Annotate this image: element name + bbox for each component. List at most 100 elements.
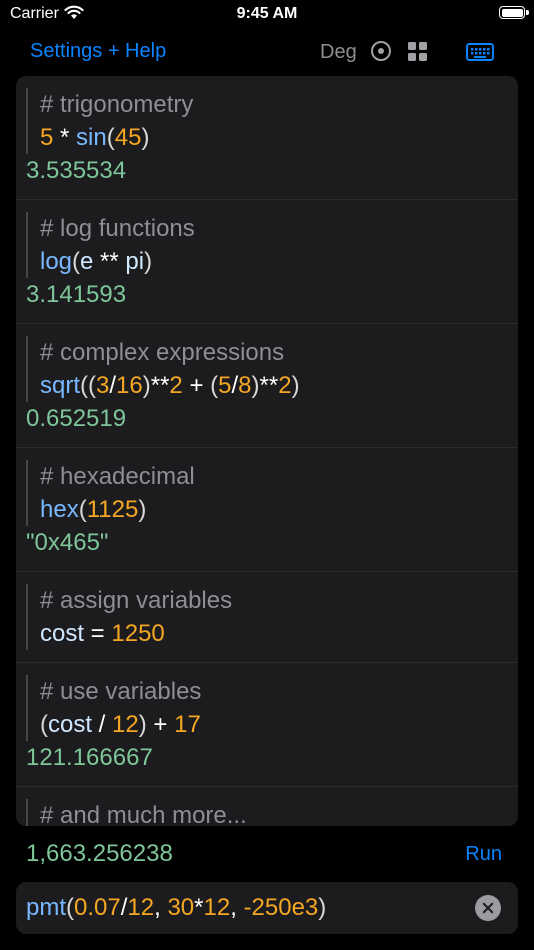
- expression-token: e: [80, 248, 94, 275]
- clock: 9:45 AM: [236, 5, 298, 22]
- expression-text[interactable]: pmt(0.07/12, 30*12, -250e3): [26, 892, 326, 924]
- expression-token: 45: [114, 124, 142, 151]
- expression-token: cost: [48, 711, 93, 738]
- expression-token: pi: [125, 248, 145, 275]
- code-block[interactable]: # hexadecimal hex(1125): [26, 460, 518, 526]
- expression-token: sqrt: [40, 372, 81, 399]
- input-token: pmt: [26, 894, 67, 921]
- settings-help-button[interactable]: Settings + Help: [30, 40, 166, 63]
- expression-token: +: [146, 711, 175, 738]
- clear-circle-icon[interactable]: [475, 895, 501, 921]
- code-block[interactable]: # log functions log(e ** pi): [26, 212, 518, 278]
- expression-token: (: [210, 372, 219, 399]
- input-token: ): [318, 894, 327, 921]
- expression-token: 17: [174, 711, 201, 738]
- entry-comment: # use variables: [40, 678, 202, 705]
- entry-comment: # and much more...: [40, 802, 247, 826]
- code-block[interactable]: # use variables (cost / 12) + 17: [26, 675, 518, 741]
- code-block[interactable]: # and much more...: [26, 799, 518, 826]
- entry-expression[interactable]: 5 * sin(45): [40, 121, 518, 154]
- entry-expression[interactable]: sqrt((3/16)**2 + (5/8)**2): [40, 369, 518, 402]
- entry-result: "0x465": [26, 529, 109, 556]
- expression-token: ): [291, 372, 300, 399]
- code-block[interactable]: # trigonometry 5 * sin(45): [26, 88, 518, 154]
- calc-entry[interactable]: # trigonometry 5 * sin(45) 3.535534: [16, 76, 518, 200]
- calc-entry[interactable]: # complex expressions sqrt((3/16)**2 + (5…: [16, 324, 518, 448]
- expression-token: 5: [218, 372, 232, 399]
- expression-token: **: [150, 372, 170, 399]
- expression-token: +: [182, 372, 211, 399]
- expression-token: ): [141, 124, 150, 151]
- expression-token: (: [106, 124, 115, 151]
- battery-icon: [499, 6, 529, 19]
- input-token: 12: [203, 894, 231, 921]
- input-token: 12: [127, 894, 155, 921]
- expression-token: 1250: [111, 620, 165, 647]
- expression-token: *: [53, 124, 77, 151]
- code-block[interactable]: # complex expressions sqrt((3/16)**2 + (5…: [26, 336, 518, 402]
- calc-entry[interactable]: # log functions log(e ** pi) 3.141593: [16, 200, 518, 324]
- entry-comment: # hexadecimal: [40, 463, 195, 490]
- expression-token: ): [138, 711, 147, 738]
- entry-comment: # trigonometry: [40, 91, 194, 118]
- input-token: -250e3: [243, 894, 319, 921]
- radio-circle-icon[interactable]: [371, 41, 391, 61]
- expression-token: **: [93, 248, 126, 275]
- angle-mode-toggle[interactable]: Deg: [320, 41, 357, 64]
- expression-token: 8: [238, 372, 252, 399]
- expression-token: (: [40, 711, 48, 738]
- entry-result: 3.141593: [26, 281, 127, 308]
- expression-token: ): [251, 372, 260, 399]
- entry-list: # trigonometry 5 * sin(45) 3.535534 # log f…: [16, 76, 518, 826]
- entry-comment: # complex expressions: [40, 339, 285, 366]
- total-result: 1,663.256238: [26, 840, 173, 867]
- expression-token: hex: [40, 496, 79, 523]
- input-token: *: [194, 894, 204, 921]
- entry-result: 0.652519: [26, 405, 127, 432]
- toolbar: Settings + Help Deg: [0, 34, 534, 70]
- input-token: ,: [154, 894, 168, 921]
- expression-token: 2: [169, 372, 183, 399]
- expression-token: 1125: [86, 496, 139, 523]
- expression-token: 5: [40, 124, 54, 151]
- input-token: 30: [167, 894, 195, 921]
- code-block[interactable]: # assign variables cost = 1250: [26, 584, 518, 650]
- expression-input[interactable]: pmt(0.07/12, 30*12, -250e3): [16, 882, 518, 934]
- input-token: (: [66, 894, 75, 921]
- entry-comment: # assign variables: [40, 587, 233, 614]
- entry-result: 3.535534: [26, 157, 127, 184]
- calculation-sheet: # trigonometry 5 * sin(45) 3.535534 # log f…: [16, 76, 518, 826]
- calc-entry[interactable]: # use variables (cost / 12) + 17 121.16666…: [16, 663, 518, 787]
- expression-token: ): [138, 496, 147, 523]
- run-button[interactable]: Run: [465, 843, 502, 866]
- entry-expression[interactable]: cost = 1250: [40, 617, 518, 650]
- expression-token: log: [40, 248, 73, 275]
- expression-token: sin: [76, 124, 107, 151]
- expression-token: =: [84, 620, 112, 647]
- expression-token: (: [72, 248, 81, 275]
- expression-token: cost: [40, 620, 85, 647]
- expression-token: 16: [116, 372, 143, 399]
- entry-expression[interactable]: (cost / 12) + 17: [40, 708, 518, 741]
- calc-entry[interactable]: # assign variables cost = 1250: [16, 572, 518, 663]
- input-token: ,: [230, 894, 244, 921]
- expression-token: ): [144, 248, 153, 275]
- expression-token: (: [78, 496, 87, 523]
- expression-token: 3: [96, 372, 110, 399]
- expression-token: ): [142, 372, 151, 399]
- expression-token: 12: [112, 711, 139, 738]
- entry-expression[interactable]: log(e ** pi): [40, 245, 518, 278]
- calc-entry[interactable]: # and much more...: [16, 787, 518, 826]
- expression-token: **: [259, 372, 279, 399]
- expression-token: ((: [80, 372, 96, 399]
- expression-token: /: [92, 711, 113, 738]
- expression-token: 2: [278, 372, 292, 399]
- entry-result: 121.166667: [26, 744, 153, 771]
- entry-comment: # log functions: [40, 215, 195, 242]
- entry-expression[interactable]: hex(1125): [40, 493, 518, 526]
- grid-icon[interactable]: [408, 42, 428, 62]
- calc-entry[interactable]: # hexadecimal hex(1125) "0x465": [16, 448, 518, 572]
- keyboard-icon[interactable]: [466, 43, 494, 66]
- input-token: 0.07: [74, 894, 121, 921]
- status-bar: Carrier 9:45 AM: [0, 0, 534, 30]
